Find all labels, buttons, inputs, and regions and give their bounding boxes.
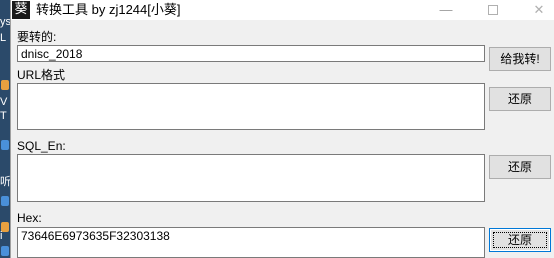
source-label: 要转的: <box>17 30 57 44</box>
hex-label: Hex: <box>17 211 42 225</box>
desktop-app-icon[interactable] <box>1 140 9 150</box>
desktop-icon-label: i <box>0 230 3 242</box>
url-output-field[interactable] <box>17 83 485 130</box>
sql-restore-button[interactable]: 还原 <box>489 155 551 179</box>
desktop-icon-label: 听 <box>0 176 10 188</box>
desktop-app-icon[interactable] <box>1 246 9 256</box>
source-input[interactable] <box>17 45 485 62</box>
hex-restore-button[interactable]: 还原 <box>489 228 551 252</box>
desktop-icon-label: L <box>0 32 7 44</box>
minimize-button[interactable]: — <box>431 0 461 20</box>
title-bar[interactable]: 葵 转换工具 by zj1244[小葵] — ✕ <box>11 0 554 20</box>
sql-label: SQL_En: <box>17 139 66 153</box>
url-label: URL格式 <box>17 68 66 82</box>
desktop-icon-label: T <box>0 110 7 122</box>
desktop-app-icon[interactable] <box>1 80 9 90</box>
desktop-icon-label: ys <box>0 16 10 28</box>
window-title: 转换工具 by zj1244[小葵] <box>36 2 181 17</box>
app-icon: 葵 <box>12 1 30 19</box>
url-restore-button[interactable]: 还原 <box>489 87 551 111</box>
desktop-app-icon[interactable] <box>1 196 9 206</box>
hex-output-field[interactable]: 73646E6973635F32303138 <box>17 227 485 258</box>
maximize-button[interactable] <box>478 0 508 20</box>
close-button[interactable]: ✕ <box>524 0 554 20</box>
converter-window: 葵 转换工具 by zj1244[小葵] — ✕ 要转的: 给我转! URL格式… <box>10 0 554 258</box>
maximize-icon <box>488 5 498 15</box>
desktop-background: ys L V T 听 i <box>0 0 10 258</box>
sql-output-field[interactable] <box>17 154 485 202</box>
convert-button[interactable]: 给我转! <box>489 47 551 71</box>
